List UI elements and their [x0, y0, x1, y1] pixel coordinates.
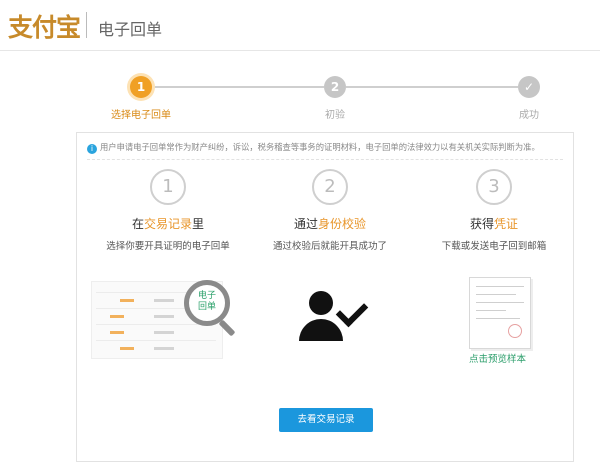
receipt-stamp [508, 324, 522, 338]
user-head [309, 291, 333, 315]
guide-step-3-title: 获得凭证 [469, 217, 519, 231]
preview-sample-link[interactable]: 点击预览样本 [469, 351, 526, 365]
user-body [299, 319, 343, 341]
step-2-circle: 2 [324, 76, 346, 98]
notice-divider [87, 159, 563, 160]
guide-step-2-number: 2 [312, 169, 348, 205]
receipt-document-icon[interactable] [469, 277, 531, 349]
transaction-list-illustration: 电子 回单 [91, 280, 241, 371]
guide-step-3-number: 3 [476, 169, 512, 205]
step-connector-1 [152, 86, 324, 88]
guide-step-3-desc: 下载或发送电子回到邮箱 [441, 241, 547, 252]
step-1-circle: 1 [130, 76, 152, 98]
info-icon: i [87, 144, 97, 154]
guide-step-1: 1 在交易记录里 选择你要开具证明的电子回单 [93, 169, 243, 252]
guide-step-2-title: 通过身份校验 [293, 217, 367, 231]
step-3-label: 成功 [519, 110, 539, 121]
app-header: 支付宝 电子回单 [0, 0, 600, 51]
view-transactions-button[interactable]: 去看交易记录 [279, 408, 373, 432]
verified-user-icon [299, 291, 369, 347]
guide-step-1-desc: 选择你要开具证明的电子回单 [106, 241, 230, 252]
check-icon [335, 294, 369, 328]
alipay-logo[interactable]: 支付宝 [8, 8, 81, 44]
guide-step-2: 2 通过身份校验 通过校验后就能开具成功了 [255, 169, 405, 252]
step-1-label: 选择电子回单 [111, 110, 171, 121]
guide-step-1-number: 1 [150, 169, 186, 205]
step-connector-2 [346, 86, 518, 88]
step-3-check-icon: ✓ [518, 76, 540, 98]
guide-step-2-desc: 通过校验后就能开具成功了 [272, 241, 387, 252]
guide-step-3: 3 获得凭证 下载或发送电子回到邮箱 [419, 169, 569, 252]
header-divider [86, 12, 87, 38]
page-title: 电子回单 [98, 20, 163, 39]
receipt-guide-panel: i 用户申请电子回单常作为财产纠纷，诉讼，税务稽查等事务的证明材料，电子回单的法律… [76, 132, 574, 462]
progress-steps: 1 2 ✓ 选择电子回单 初验 成功 [0, 72, 600, 122]
legal-notice-text: 用户申请电子回单常作为财产纠纷，诉讼，税务稽查等事务的证明材料，电子回单的法律效… [100, 142, 540, 152]
legal-notice: i 用户申请电子回单常作为财产纠纷，诉讼，税务稽查等事务的证明材料，电子回单的法律… [87, 141, 563, 157]
step-2-label: 初验 [325, 110, 345, 121]
guide-step-1-title: 在交易记录里 [131, 217, 205, 231]
